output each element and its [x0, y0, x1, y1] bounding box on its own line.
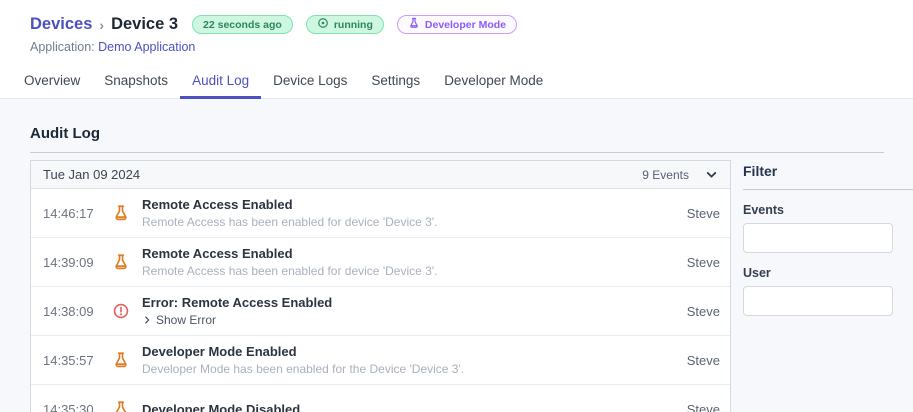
last-seen-badge: 22 seconds ago — [192, 15, 293, 34]
flask-icon — [112, 204, 130, 222]
filter-panel: Filter Events User — [743, 160, 913, 412]
event-title: Developer Mode Disabled — [142, 401, 301, 412]
status-badge: running — [305, 15, 384, 34]
audit-event-row: 14:39:09 Remote Access Enabled Remote Ac… — [31, 238, 730, 287]
section-divider — [30, 152, 884, 153]
filter-user-input[interactable] — [743, 286, 893, 316]
filter-divider — [743, 189, 913, 190]
audit-event-row: 14:35:30 Developer Mode Disabled Steve — [31, 385, 730, 412]
audit-event-row: 14:46:17 Remote Access Enabled Remote Ac… — [31, 189, 730, 238]
filter-user-label: User — [743, 266, 771, 280]
event-time: 14:39:09 — [43, 254, 94, 270]
event-user: Steve — [686, 303, 720, 319]
event-title: Remote Access Enabled — [142, 197, 293, 212]
flask-icon — [112, 351, 130, 369]
event-description: Developer Mode has been enabled for the … — [142, 362, 465, 376]
date-group-label: Tue Jan 09 2024 — [43, 167, 141, 182]
tab-bar: Overview Snapshots Audit Log Device Logs… — [0, 67, 913, 99]
show-error-toggle[interactable]: Show Error — [142, 313, 332, 327]
flask-icon — [408, 17, 420, 32]
filter-events-input[interactable] — [743, 223, 893, 253]
application-label: Application: — [30, 40, 95, 54]
developer-mode-badge: Developer Mode — [396, 15, 517, 34]
event-time: 14:38:09 — [43, 303, 94, 319]
event-user: Steve — [686, 401, 720, 412]
event-time: 14:35:30 — [43, 401, 94, 412]
event-user: Steve — [686, 254, 720, 270]
event-title: Error: Remote Access Enabled — [142, 295, 333, 310]
application-link[interactable]: Demo Application — [98, 40, 195, 54]
page-header: Devices › Device 3 22 seconds ago runnin… — [0, 0, 913, 54]
event-time: 14:46:17 — [43, 205, 94, 221]
tab-overview[interactable]: Overview — [12, 67, 92, 99]
developer-mode-label: Developer Mode — [424, 18, 506, 31]
audit-event-row: 14:38:09 Error: Remote Access Enabled Sh… — [31, 287, 730, 336]
chevron-right-icon — [145, 316, 150, 324]
breadcrumb: Devices › Device 3 22 seconds ago runnin… — [30, 15, 913, 34]
error-icon — [112, 302, 130, 320]
breadcrumb-separator: › — [99, 16, 105, 33]
event-title: Developer Mode Enabled — [142, 344, 297, 359]
filter-panel-title: Filter — [743, 163, 778, 179]
page-title: Device 3 — [111, 15, 179, 33]
date-group-header[interactable]: Tue Jan 09 2024 9 Events — [31, 161, 730, 189]
section-title: Audit Log — [30, 125, 100, 142]
event-time: 14:35:57 — [43, 352, 94, 368]
badges: 22 seconds ago running Developer Mode — [192, 15, 517, 34]
audit-log-card: Tue Jan 09 2024 9 Events 14:46:17 Remote… — [30, 160, 731, 412]
content-area: Audit Log Tue Jan 09 2024 9 Events 14:46… — [0, 99, 913, 412]
event-user: Steve — [686, 352, 720, 368]
last-seen-label: 22 seconds ago — [203, 18, 282, 31]
tab-device-logs[interactable]: Device Logs — [261, 67, 359, 99]
application-row: Application: Demo Application — [30, 40, 913, 54]
flask-icon — [112, 253, 130, 271]
tab-settings[interactable]: Settings — [359, 67, 432, 99]
record-icon — [317, 17, 329, 32]
audit-event-row: 14:35:57 Developer Mode Enabled Develope… — [31, 336, 730, 385]
tab-audit-log[interactable]: Audit Log — [180, 67, 262, 99]
flask-icon — [112, 400, 130, 412]
event-title: Remote Access Enabled — [142, 246, 293, 261]
tab-snapshots[interactable]: Snapshots — [92, 67, 180, 99]
chevron-down-icon[interactable] — [705, 168, 718, 181]
breadcrumb-devices-link[interactable]: Devices — [30, 15, 92, 34]
event-user: Steve — [686, 205, 720, 221]
events-count: 9 Events — [642, 167, 689, 182]
event-description: Remote Access has been enabled for devic… — [142, 264, 438, 278]
event-description: Remote Access has been enabled for devic… — [142, 215, 438, 229]
show-error-label: Show Error — [156, 313, 217, 327]
tab-developer-mode[interactable]: Developer Mode — [432, 67, 555, 99]
filter-events-label: Events — [743, 203, 784, 217]
status-label: running — [333, 18, 373, 31]
